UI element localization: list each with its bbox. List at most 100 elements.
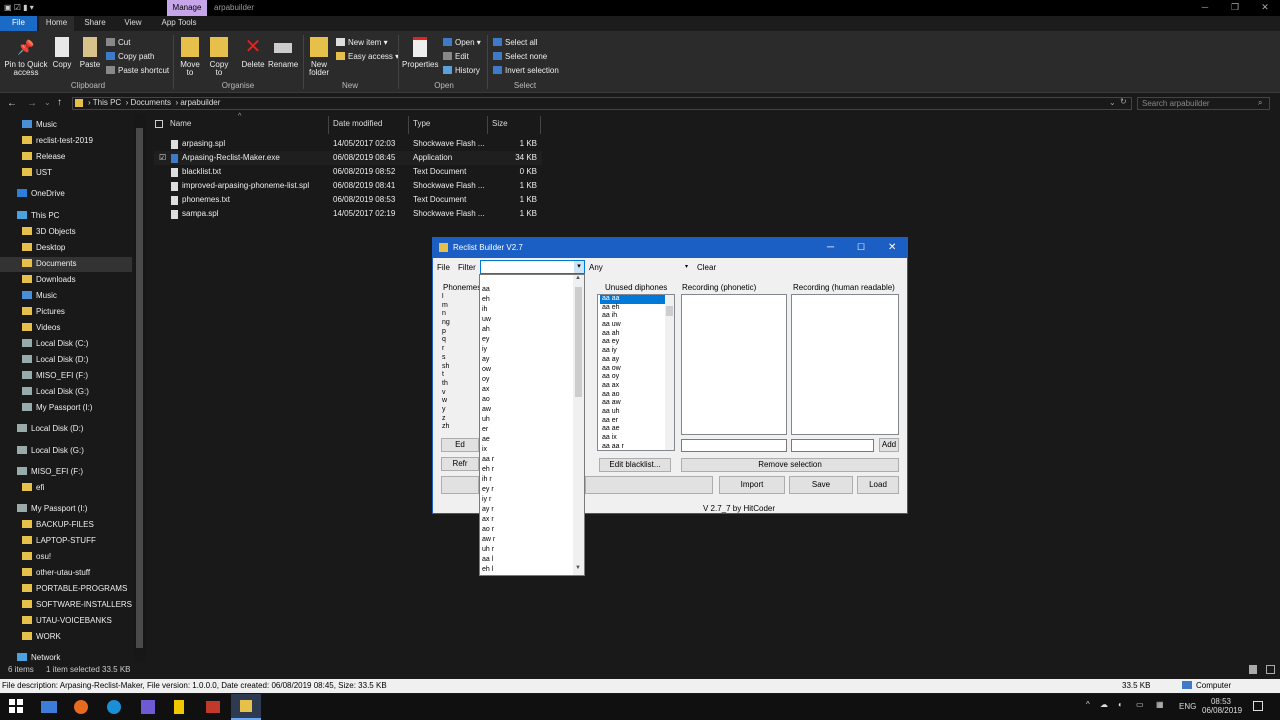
- column-name[interactable]: Name: [170, 119, 191, 130]
- utau-icon[interactable]: [174, 700, 184, 714]
- copy-to-button[interactable]: Copy to: [206, 37, 232, 77]
- dialog-maximize-button[interactable]: ☐: [857, 238, 865, 257]
- dropdown-item[interactable]: aa l: [480, 555, 574, 565]
- header-checkbox[interactable]: [155, 120, 163, 128]
- nav-item[interactable]: Local Disk (G:): [0, 444, 132, 459]
- dropdown-item[interactable]: ah: [480, 325, 574, 335]
- generate-button[interactable]: [441, 476, 479, 494]
- unused-diphones-list[interactable]: aa aa aa eh aa ih aa uw aa ah aa ey aa iy aa ay…: [597, 294, 675, 451]
- copy-path-button[interactable]: Copy path: [106, 52, 154, 61]
- nav-item[interactable]: reclist-test-2019: [0, 134, 132, 149]
- phonetic-input[interactable]: [681, 439, 787, 452]
- copy-button[interactable]: Copy: [51, 37, 73, 69]
- nav-item[interactable]: MISO_EFI (F:): [0, 369, 132, 384]
- diphone-item[interactable]: aa ao: [600, 391, 674, 400]
- paste-button[interactable]: Paste: [78, 37, 102, 69]
- nav-item[interactable]: Pictures: [0, 305, 132, 320]
- diphone-item[interactable]: aa uh: [600, 408, 674, 417]
- dropdown-item[interactable]: ax r: [480, 515, 574, 525]
- phoneme-item[interactable]: sh: [440, 363, 480, 372]
- dropdown-item[interactable]: ae: [480, 435, 574, 445]
- nav-item[interactable]: This PC: [0, 209, 132, 224]
- nav-item[interactable]: Documents: [0, 257, 132, 272]
- human-readable-input[interactable]: [791, 439, 874, 452]
- easy-access-button[interactable]: Easy access ▾: [336, 52, 399, 61]
- nav-item[interactable]: Downloads: [0, 273, 132, 288]
- dropdown-item[interactable]: ih r: [480, 475, 574, 485]
- breadcrumb-this-pc[interactable]: This PC: [93, 98, 121, 107]
- phoneme-item[interactable]: n: [440, 310, 480, 319]
- add-button[interactable]: Add: [879, 438, 899, 452]
- nav-item[interactable]: My Passport (I:): [0, 401, 132, 416]
- column-separator[interactable]: [408, 116, 409, 134]
- search-input[interactable]: Search arpabuilder: [1137, 97, 1270, 110]
- dropdown-item[interactable]: uw: [480, 315, 574, 325]
- load-button[interactable]: Load: [857, 476, 899, 494]
- dropdown-item[interactable]: eh: [480, 295, 574, 305]
- dropdown-item[interactable]: iy: [480, 345, 574, 355]
- phoneme-item[interactable]: s: [440, 354, 480, 363]
- phonemes-list[interactable]: l m n ng p q r s sh t th v w y z zh: [440, 293, 480, 435]
- filter-dropdown-list[interactable]: aa eh ih uw ah ey iy ay ow oy ax ao aw uh er ae ix aa r eh…: [479, 274, 585, 576]
- dropdown-item[interactable]: ay r: [480, 505, 574, 515]
- nav-item[interactable]: BACKUP-FILES: [0, 518, 132, 533]
- tab-home[interactable]: Home: [39, 16, 74, 31]
- refresh-icon[interactable]: ↻: [1120, 97, 1127, 106]
- file-row[interactable]: improved-arpasing-phoneme-list.spl 06/08/…: [154, 179, 542, 193]
- dialog-minimize-button[interactable]: ─: [827, 238, 834, 257]
- row-checkbox[interactable]: ☑: [159, 151, 166, 164]
- invert-selection-button[interactable]: Invert selection: [493, 66, 559, 75]
- dropdown-item[interactable]: ey r: [480, 485, 574, 495]
- filter-combobox[interactable]: ▾: [480, 260, 585, 274]
- open-button[interactable]: Open ▾: [443, 38, 481, 47]
- dropdown-item[interactable]: aa r: [480, 455, 574, 465]
- nav-item[interactable]: Local Disk (D:): [0, 422, 132, 437]
- nav-item[interactable]: efi: [0, 481, 132, 496]
- nav-item[interactable]: My Passport (I:): [0, 502, 132, 517]
- start-button[interactable]: [9, 699, 25, 715]
- new-item-button[interactable]: New item ▾: [336, 38, 388, 47]
- phoneme-item[interactable]: l: [440, 293, 480, 302]
- dropdown-item[interactable]: er: [480, 425, 574, 435]
- dropdown-item[interactable]: ix: [480, 445, 574, 455]
- diphone-item[interactable]: aa uw: [600, 321, 674, 330]
- tab-manage[interactable]: Manage: [167, 0, 207, 16]
- dropdown-item[interactable]: aw r: [480, 535, 574, 545]
- nav-item[interactable]: PORTABLE-PROGRAMS: [0, 582, 132, 597]
- nav-item[interactable]: OneDrive: [0, 187, 132, 202]
- maximize-button[interactable]: ❐: [1220, 0, 1250, 16]
- phoneme-item[interactable]: r: [440, 345, 480, 354]
- column-separator[interactable]: [487, 116, 488, 134]
- tab-app-tools[interactable]: App Tools: [156, 16, 202, 31]
- dropdown-item[interactable]: ao: [480, 395, 574, 405]
- diphone-item[interactable]: aa ax: [600, 382, 674, 391]
- phoneme-item[interactable]: m: [440, 302, 480, 311]
- tab-share[interactable]: Share: [78, 16, 112, 31]
- file-row[interactable]: ☑ Arpasing-Reclist-Maker.exe 06/08/2019 08…: [154, 151, 542, 165]
- phoneme-item[interactable]: p: [440, 328, 480, 337]
- file-row[interactable]: arpasing.spl 14/05/2017 02:03 Shockwave Fl…: [154, 137, 542, 151]
- nav-item[interactable]: osu!: [0, 550, 132, 565]
- diphone-item[interactable]: aa ay: [600, 356, 674, 365]
- dropdown-item[interactable]: uh: [480, 415, 574, 425]
- dropdown-item[interactable]: eh r: [480, 465, 574, 475]
- back-button[interactable]: ←: [7, 98, 17, 109]
- refresh-button[interactable]: Refr: [441, 457, 479, 471]
- column-type[interactable]: Type: [413, 119, 430, 130]
- nav-item[interactable]: Videos: [0, 321, 132, 336]
- forward-button[interactable]: →: [27, 98, 37, 109]
- nav-item[interactable]: Music: [0, 118, 132, 133]
- dropdown-item[interactable]: aa: [480, 285, 574, 295]
- diphone-item[interactable]: aa er: [600, 417, 674, 426]
- dropdown-item[interactable]: ao r: [480, 525, 574, 535]
- menu-file[interactable]: File: [437, 263, 450, 272]
- file-row[interactable]: sampa.spl 14/05/2017 02:19 Shockwave Flash…: [154, 207, 542, 221]
- column-size[interactable]: Size: [492, 119, 508, 130]
- dropdown-item[interactable]: eh l: [480, 565, 574, 575]
- import-button[interactable]: Import: [719, 476, 785, 494]
- phoneme-item[interactable]: t: [440, 371, 480, 380]
- properties-button[interactable]: Properties: [402, 37, 438, 69]
- phoneme-item[interactable]: w: [440, 397, 480, 406]
- media-app-icon[interactable]: [206, 701, 220, 713]
- phoneme-item[interactable]: q: [440, 336, 480, 345]
